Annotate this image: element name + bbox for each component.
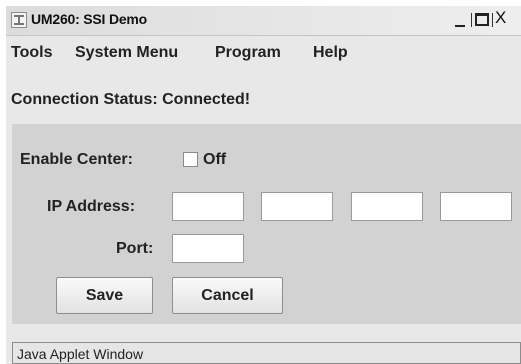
ip-octet-2-field[interactable] xyxy=(261,192,333,221)
title-bar[interactable]: UM260: SSI Demo X xyxy=(6,6,521,36)
enable-center-label: Enable Center: xyxy=(20,151,133,168)
enable-center-state: Off xyxy=(203,151,227,168)
ip-octet-4-field[interactable] xyxy=(440,192,512,221)
ip-octet-3-field[interactable] xyxy=(351,192,423,221)
menu-help[interactable]: Help xyxy=(313,44,348,62)
save-button[interactable]: Save xyxy=(56,277,153,314)
minimize-button[interactable] xyxy=(453,11,468,29)
menu-program[interactable]: Program xyxy=(215,44,281,62)
status-bar-text: Java Applet Window xyxy=(17,346,144,362)
java-cup-icon xyxy=(11,12,27,28)
settings-panel: Enable Center: Off IP Address: Port: Sav… xyxy=(12,124,521,324)
enable-center-checkbox[interactable] xyxy=(183,152,198,167)
menu-bar: Tools System Menu Program Help xyxy=(6,44,521,66)
close-button[interactable]: X xyxy=(495,9,509,27)
menu-system[interactable]: System Menu xyxy=(75,44,178,62)
port-label: Port: xyxy=(116,240,154,257)
maximize-button[interactable] xyxy=(475,13,489,26)
applet-window: UM260: SSI Demo X Tools System Menu Prog… xyxy=(6,6,521,364)
title-separator xyxy=(492,13,493,27)
window-title: UM260: SSI Demo xyxy=(31,11,148,27)
ip-address-label: IP Address: xyxy=(47,198,136,215)
menu-tools[interactable]: Tools xyxy=(11,44,52,62)
cancel-button[interactable]: Cancel xyxy=(172,277,283,314)
status-bar: Java Applet Window xyxy=(12,342,521,364)
connection-status: Connection Status: Connected! xyxy=(11,91,251,108)
title-separator xyxy=(471,13,472,27)
ip-octet-1-field[interactable] xyxy=(172,192,244,221)
port-field[interactable] xyxy=(172,234,244,263)
